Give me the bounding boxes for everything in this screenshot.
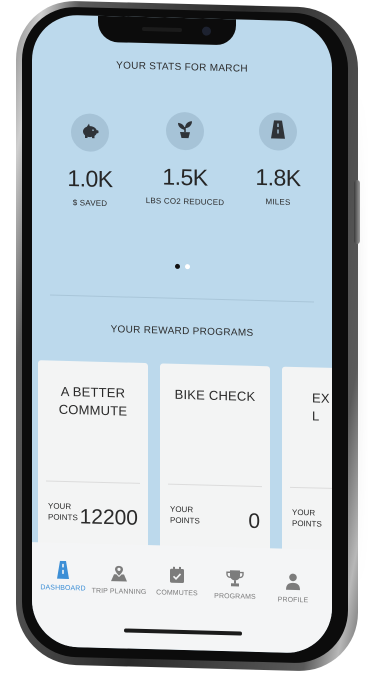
points-value: 12200	[79, 505, 138, 530]
speaker	[142, 26, 182, 32]
road-icon	[269, 119, 287, 144]
reward-card-partial[interactable]: EX L YOUR POINTS	[282, 366, 332, 556]
card-divider	[290, 486, 332, 491]
points-label-line: POINTS	[48, 512, 78, 523]
reward-card-better-commute[interactable]: A BETTER COMMUTE YOUR POINTS 12200	[38, 360, 148, 550]
stat-icon-circle	[166, 111, 204, 151]
trophy-icon	[204, 565, 266, 589]
stat-icon-circle	[71, 113, 109, 153]
tab-label: COMMUTES	[156, 589, 198, 598]
card-divider	[168, 483, 262, 488]
points-value: 0	[248, 509, 260, 534]
map-pin-icon	[88, 560, 150, 584]
notch	[98, 15, 236, 46]
reward-card-title: A BETTER COMMUTE	[58, 383, 128, 419]
tab-trip-planning[interactable]: TRIP PLANNING	[88, 560, 150, 597]
reward-card-bike-check[interactable]: BIKE CHECK YOUR POINTS 0	[160, 363, 270, 553]
plant-icon	[176, 118, 194, 143]
person-icon	[262, 568, 324, 592]
stat-value: 1.8K	[255, 163, 301, 192]
page-dot[interactable]	[184, 264, 190, 270]
card-divider	[46, 480, 140, 484]
stat-money-saved[interactable]: 1.0K $ SAVED	[50, 113, 130, 209]
road-icon	[32, 556, 94, 580]
stat-value: 1.0K	[67, 164, 113, 193]
points-label-line: YOUR	[48, 501, 72, 512]
stats-title: YOUR STATS FOR MARCH	[116, 60, 248, 75]
stat-label: MILES	[265, 197, 291, 207]
tab-label: TRIP PLANNING	[91, 587, 147, 597]
points-label: YOUR POINTS	[48, 500, 78, 523]
stat-label: LBS CO2 REDUCED	[145, 196, 225, 208]
piggy-bank-icon	[80, 121, 100, 145]
camera	[202, 26, 211, 36]
stat-label: $ SAVED	[72, 198, 108, 209]
points-label-line: YOUR	[292, 507, 316, 518]
tab-programs[interactable]: PROGRAMS	[204, 565, 266, 602]
rewards-title: YOUR REWARD PROGRAMS	[110, 324, 254, 339]
app-screen: YOUR STATS FOR MARCH 1.0K $ SAVED 1.5K L…	[32, 14, 332, 654]
device-mockup: YOUR STATS FOR MARCH 1.0K $ SAVED 1.5K L…	[0, 0, 368, 679]
tab-profile[interactable]: PROFILE	[262, 568, 324, 605]
tab-dashboard[interactable]: DASHBOARD	[32, 556, 94, 593]
stat-co2-reduced[interactable]: 1.5K LBS CO2 REDUCED	[143, 111, 227, 207]
page-dot-active[interactable]	[174, 263, 180, 269]
points-label-line: POINTS	[170, 515, 200, 526]
tab-label: PROGRAMS	[214, 592, 256, 601]
reward-card-title: EX L	[312, 390, 330, 424]
points-label-line: POINTS	[292, 518, 322, 529]
tab-label: PROFILE	[277, 596, 309, 605]
stat-value: 1.5K	[162, 163, 208, 191]
points-label: YOUR POINTS	[292, 507, 322, 530]
reward-card-title: BIKE CHECK	[174, 386, 256, 404]
tab-bar: DASHBOARD TRIP PLANNING COMMUTES PROGRAM…	[32, 542, 332, 654]
page-indicator[interactable]	[32, 260, 332, 273]
side-button	[354, 180, 360, 244]
tab-label: DASHBOARD	[40, 584, 86, 593]
stat-icon-circle	[259, 112, 297, 152]
points-label-line: YOUR	[170, 504, 194, 515]
stat-miles[interactable]: 1.8K MILES	[238, 111, 318, 207]
calendar-check-icon	[146, 561, 208, 585]
tab-commutes[interactable]: COMMUTES	[146, 561, 208, 598]
section-divider	[50, 294, 314, 303]
points-label: YOUR POINTS	[170, 504, 200, 527]
